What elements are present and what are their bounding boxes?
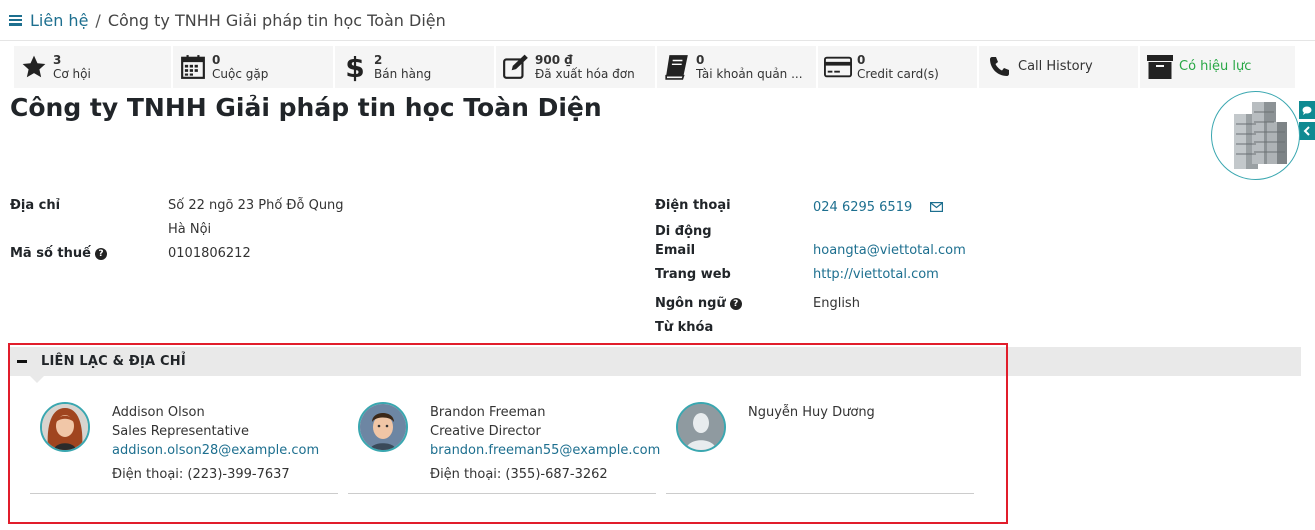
meetings-button[interactable]: 0 Cuộc gặp xyxy=(173,46,333,88)
star-icon xyxy=(20,53,48,81)
address-city: Hà Nội xyxy=(168,222,212,237)
avatar xyxy=(358,402,408,452)
meetings-count: 0 xyxy=(212,53,221,67)
breadcrumb-current: Công ty TNHH Giải pháp tin học Toàn Diện xyxy=(107,10,446,30)
archive-icon xyxy=(1146,53,1174,81)
email-value[interactable]: hoangta@viettotal.com xyxy=(813,243,966,258)
contacts-section-header[interactable]: LIÊN LẠC & ĐỊA CHỈ xyxy=(8,347,1301,376)
avatar xyxy=(40,402,90,452)
contact-info: Addison Olson Sales Representative addis… xyxy=(112,403,319,484)
contact-role: Creative Director xyxy=(430,424,541,439)
section-pointer xyxy=(30,376,44,383)
tax-id-label: Mã số thuế? xyxy=(10,246,107,261)
breadcrumb-contacts-link[interactable]: Liên hệ xyxy=(30,11,88,30)
help-icon[interactable]: ? xyxy=(729,298,742,310)
calendar-icon xyxy=(179,53,207,81)
help-icon[interactable]: ? xyxy=(94,248,107,260)
section-title: LIÊN LẠC & ĐỊA CHỈ xyxy=(41,354,186,369)
contact-name: Nguyễn Huy Dương xyxy=(748,405,875,420)
phone-label: Điện thoại xyxy=(655,198,731,213)
opportunities-count: 3 xyxy=(53,53,62,67)
avatar-placeholder-icon xyxy=(676,402,726,452)
invoiced-amount: 900 ₫ xyxy=(535,53,573,67)
language-value: English xyxy=(813,296,860,311)
active-toggle-button[interactable]: Có hiệu lực xyxy=(1140,46,1295,88)
contact-card[interactable]: Brandon Freeman Creative Director brando… xyxy=(348,400,660,494)
invoiced-button[interactable]: 900 ₫ Đã xuất hóa đơn xyxy=(496,46,655,88)
building-icon xyxy=(1234,102,1287,169)
contact-email[interactable]: brandon.freeman55@example.com xyxy=(430,441,660,460)
website-value[interactable]: http://viettotal.com xyxy=(813,267,939,282)
website-label: Trang web xyxy=(655,267,731,282)
contact-email[interactable]: addison.olson28@example.com xyxy=(112,441,319,460)
journal-items-label: Tài khoản quản ... xyxy=(696,67,803,81)
sales-count: 2 xyxy=(374,53,383,67)
journal-items-count: 0 xyxy=(696,53,705,67)
credit-cards-label: Credit card(s) xyxy=(857,67,939,81)
phone-value[interactable]: 024 6295 6519 xyxy=(813,200,944,216)
breadcrumb-separator: / xyxy=(95,10,101,30)
contact-card[interactable]: Nguyễn Huy Dương xyxy=(666,400,974,494)
opportunities-label: Cơ hội xyxy=(53,67,91,81)
contact-phone: Điện thoại: (223)-399-7637 xyxy=(112,467,290,482)
language-label: Ngôn ngữ? xyxy=(655,296,742,311)
contact-name: Addison Olson xyxy=(112,405,205,420)
email-label: Email xyxy=(655,243,696,258)
partner-name: Công ty TNHH Giải pháp tin học Toàn Diện xyxy=(10,93,602,122)
address-street: Số 22 ngõ 23 Phố Đỗ Qung xyxy=(168,198,344,213)
opportunities-button[interactable]: 3 Cơ hội xyxy=(14,46,171,88)
tags-label: Từ khóa xyxy=(655,320,714,335)
breadcrumb: Liên hệ / Công ty TNHH Giải pháp tin học… xyxy=(30,11,446,30)
address-label: Địa chỉ xyxy=(10,198,61,213)
call-history-label: Call History xyxy=(1018,59,1093,74)
contact-name: Brandon Freeman xyxy=(430,405,546,420)
contact-phone: Điện thoại: (355)-687-3262 xyxy=(430,467,608,482)
chevron-left-icon[interactable] xyxy=(1299,122,1315,140)
edit-icon xyxy=(502,53,530,81)
active-status-label: Có hiệu lực xyxy=(1179,59,1252,74)
smart-buttons-bar: 3 Cơ hội 0 Cuộc gặp $ 2 Bán hàng 900 ₫ Đã xu… xyxy=(14,46,1315,88)
contact-role: Sales Representative xyxy=(112,424,249,439)
contact-info: Brandon Freeman Creative Director brando… xyxy=(430,403,660,484)
invoiced-label: Đã xuất hóa đơn xyxy=(535,67,635,81)
phone-number[interactable]: 024 6295 6519 xyxy=(813,200,912,215)
dollar-icon: $ xyxy=(345,50,365,84)
sales-button[interactable]: $ 2 Bán hàng xyxy=(335,46,494,88)
envelope-icon[interactable] xyxy=(930,201,944,216)
chat-bubble-icon[interactable] xyxy=(1299,101,1315,119)
sales-label: Bán hàng xyxy=(374,67,432,81)
side-panel-tabs xyxy=(1299,101,1315,143)
mobile-label: Di động xyxy=(655,224,712,239)
credit-cards-count: 0 xyxy=(857,53,866,67)
contact-card[interactable]: Addison Olson Sales Representative addis… xyxy=(30,400,338,494)
phone-icon xyxy=(985,53,1013,81)
journal-items-button[interactable]: 0 Tài khoản quản ... xyxy=(657,46,816,88)
credit-card-icon xyxy=(824,53,852,81)
top-bar: Liên hệ / Công ty TNHH Giải pháp tin học… xyxy=(0,0,1315,41)
call-history-button[interactable]: Call History xyxy=(979,46,1138,88)
company-avatar[interactable] xyxy=(1211,91,1300,180)
collapse-minus-icon[interactable] xyxy=(17,360,27,363)
meetings-label: Cuộc gặp xyxy=(212,67,269,81)
hamburger-menu-icon[interactable] xyxy=(9,14,22,26)
contact-info: Nguyễn Huy Dương xyxy=(748,403,875,422)
tax-id-label-text: Mã số thuế xyxy=(10,246,91,261)
credit-cards-button[interactable]: 0 Credit card(s) xyxy=(818,46,977,88)
book-icon xyxy=(663,53,691,81)
language-label-text: Ngôn ngữ xyxy=(655,296,726,311)
tax-id-value: 0101806212 xyxy=(168,246,251,261)
